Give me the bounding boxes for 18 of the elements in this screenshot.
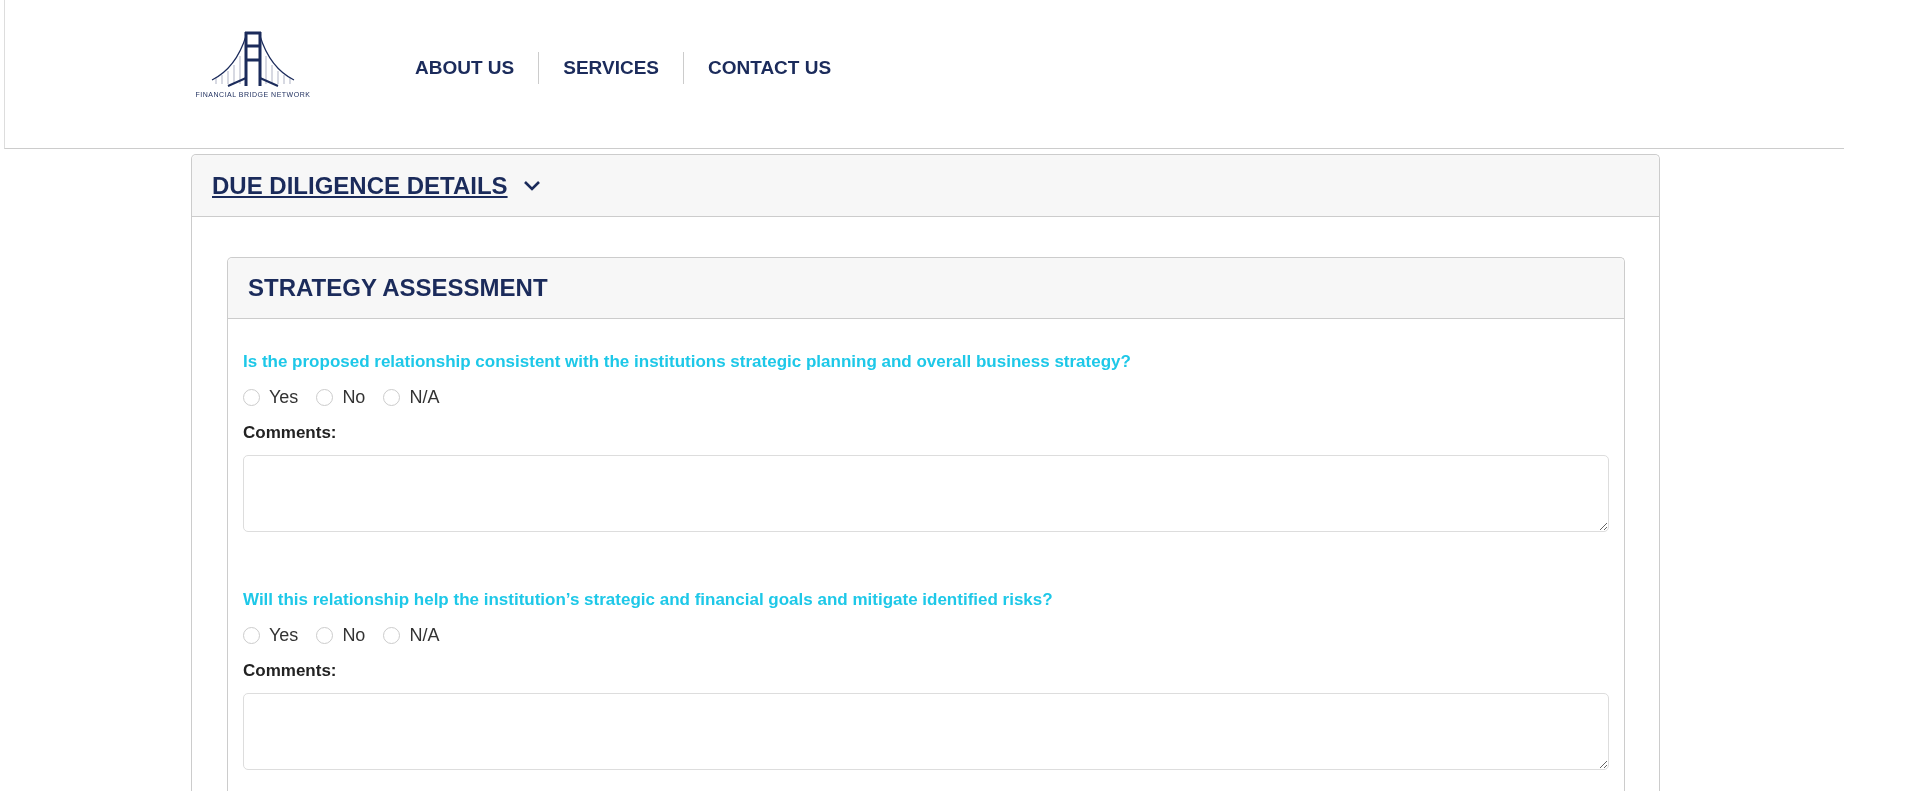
section-title-link[interactable]: DUE DILIGENCE DETAILS	[212, 171, 508, 200]
radio-label: N/A	[409, 625, 440, 646]
nav-link[interactable]: CONTACT US	[684, 57, 856, 79]
comments-field[interactable]	[243, 693, 1609, 770]
radio-label: Yes	[269, 387, 299, 408]
question-text: Is the proposed relationship consistent with the institutions strategic planning and overall business strategy?	[243, 352, 1132, 372]
radio-label: Yes	[269, 625, 299, 646]
comments-field[interactable]	[243, 455, 1609, 532]
nav-link[interactable]: ABOUT US	[415, 57, 539, 79]
nav-link[interactable]: SERVICES	[539, 57, 683, 79]
comments-label: Comments:	[243, 423, 338, 443]
radio-label: N/A	[409, 387, 440, 408]
radio-label: No	[342, 625, 366, 646]
radio-label: No	[342, 387, 366, 408]
panel-title: STRATEGY ASSESSMENT	[248, 274, 548, 302]
question-text: Will this relationship help the institution’s strategic and financial goals and mitigate identified risks?	[243, 590, 1054, 610]
comments-label: Comments:	[243, 661, 338, 681]
chevron-icon[interactable]	[521, 178, 542, 193]
